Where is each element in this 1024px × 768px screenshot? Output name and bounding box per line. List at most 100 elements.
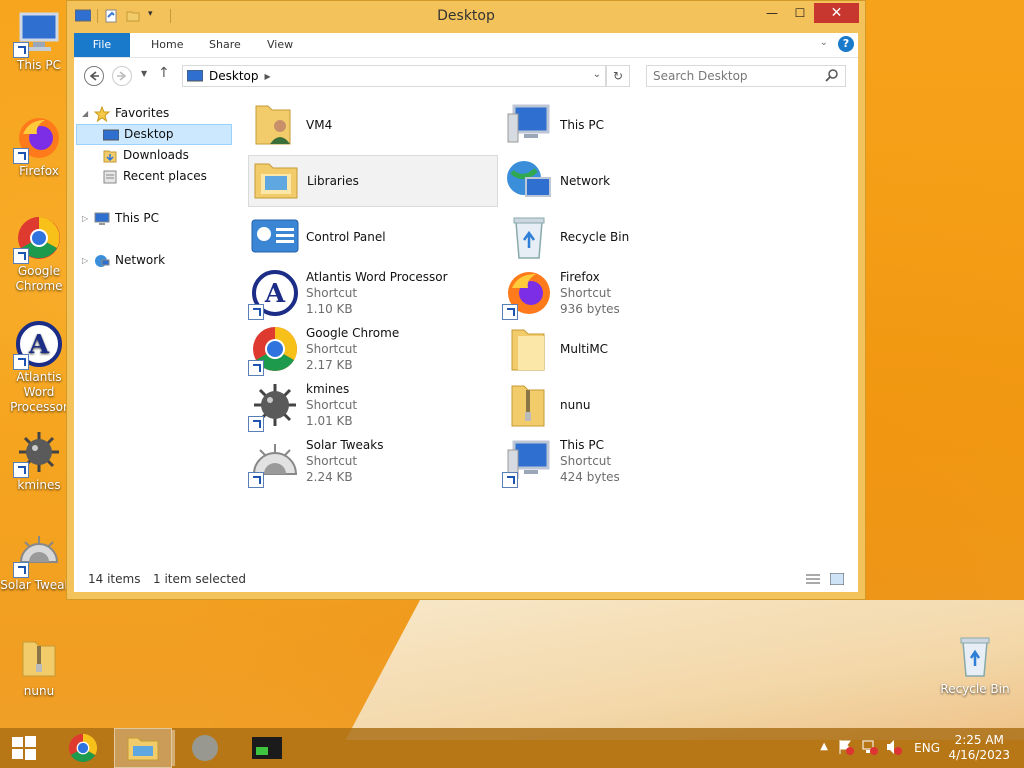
search-placeholder: Search Desktop [653, 69, 748, 83]
search-input[interactable]: Search Desktop [646, 65, 846, 87]
svg-text:A: A [28, 330, 50, 360]
chrome-icon [13, 214, 63, 264]
search-icon [825, 68, 839, 88]
file-item-network[interactable]: Network [502, 155, 752, 207]
taskbar-divider [172, 730, 175, 766]
tab-home[interactable]: Home [137, 33, 197, 57]
tab-file[interactable]: File [74, 33, 130, 57]
shortcut-arrow-icon [248, 360, 264, 376]
app-icon [192, 735, 218, 761]
network-status-icon[interactable] [862, 739, 878, 758]
breadcrumb-chevron-icon[interactable]: ▶ [265, 72, 271, 81]
taskbar-chrome[interactable] [54, 728, 112, 768]
atlantis-icon: A [13, 320, 63, 370]
tab-view[interactable]: View [253, 33, 307, 57]
taskbar-terminal[interactable] [238, 728, 296, 768]
file-list: VM4 This PC Libraries Network Control Pa… [248, 93, 858, 569]
sidebar-item-desktop[interactable]: Desktop [76, 124, 232, 145]
address-text: Desktop [209, 69, 259, 83]
sidebar-favorites[interactable]: ◢ Favorites [82, 103, 169, 124]
tab-share[interactable]: Share [195, 33, 255, 57]
recent-places-icon [102, 169, 118, 185]
chrome-icon [248, 324, 300, 376]
file-item-this-pc-shortcut[interactable]: This PC Shortcut 424 bytes [502, 435, 752, 488]
file-item-control-panel[interactable]: Control Panel [248, 211, 498, 263]
file-item-nunu[interactable]: nunu [502, 379, 752, 431]
desktop-location-icon [187, 70, 203, 82]
back-button[interactable] [84, 66, 104, 86]
address-toolbar: ▼ ↑ Desktop ▶ ⌄ ↻ Search Desktop [74, 57, 858, 93]
shortcut-arrow-icon [502, 472, 518, 488]
network-icon [504, 156, 554, 206]
file-item-solar-tweaks[interactable]: Solar Tweaks Shortcut 2.24 KB [248, 435, 498, 488]
windows-logo-icon [12, 736, 36, 760]
recycle-bin-icon [504, 212, 554, 262]
taskbar-app-blue[interactable] [176, 728, 234, 768]
downloads-icon [102, 148, 118, 164]
clock[interactable]: 2:25 AM 4/16/2023 [948, 733, 1010, 763]
large-icons-view-icon[interactable] [829, 572, 845, 588]
libraries-icon [251, 156, 301, 206]
close-button[interactable]: ✕ [814, 3, 859, 23]
firefox-icon [502, 268, 554, 320]
shortcut-arrow-icon [248, 416, 264, 432]
star-icon [93, 105, 111, 122]
selection-count: 1 item selected [153, 572, 247, 586]
sidebar-item-recent-places[interactable]: Recent places [102, 166, 207, 187]
file-item-recycle-bin[interactable]: Recycle Bin [502, 211, 752, 263]
file-item-multimc[interactable]: MultiMC [502, 323, 752, 375]
solar-tweaks-icon [248, 436, 300, 488]
sidebar-network[interactable]: ▷ Network [82, 250, 165, 271]
title-bar[interactable]: ▾ Desktop — ☐ ✕ [67, 1, 865, 33]
file-item-this-pc[interactable]: This PC [502, 99, 752, 151]
desktop-icon-nunu[interactable]: nunu [0, 634, 78, 699]
taskbar-file-explorer[interactable] [114, 728, 172, 768]
this-pc-icon [94, 211, 110, 227]
desktop-icon [102, 127, 120, 143]
minimize-button[interactable]: — [758, 3, 786, 23]
file-item-atlantis[interactable]: A Atlantis Word Processor Shortcut 1.10 … [248, 267, 498, 320]
sidebar-this-pc[interactable]: ▷ This PC [82, 208, 159, 229]
this-pc-icon [13, 8, 63, 58]
zip-folder-icon [504, 380, 554, 430]
details-view-icon[interactable] [806, 573, 820, 588]
atlantis-icon: A [248, 268, 300, 320]
navigation-pane: ◢ Favorites Desktop Downloads Recent pla… [74, 93, 240, 569]
item-count: 14 items [88, 572, 141, 586]
recycle-bin-icon [951, 632, 999, 680]
file-item-firefox[interactable]: Firefox Shortcut 936 bytes [502, 267, 752, 320]
address-dropdown-icon[interactable]: ⌄ [593, 69, 601, 80]
file-item-libraries[interactable]: Libraries [248, 155, 498, 207]
content-area: ◢ Favorites Desktop Downloads Recent pla… [74, 93, 858, 569]
up-arrow-icon[interactable]: ↑ [158, 65, 170, 81]
refresh-button[interactable]: ↻ [606, 65, 630, 87]
show-hidden-icons[interactable]: ▲ [820, 741, 828, 752]
expanded-triangle-icon: ◢ [82, 109, 89, 118]
folder-icon [504, 324, 554, 374]
control-panel-icon [250, 212, 300, 262]
file-item-google-chrome[interactable]: Google Chrome Shortcut 2.17 KB [248, 323, 498, 376]
clock-time: 2:25 AM [954, 733, 1004, 747]
expand-ribbon-icon[interactable]: ⌄ [820, 37, 828, 48]
this-pc-icon [504, 100, 554, 150]
desktop-icon-recycle-bin[interactable]: Recycle Bin [936, 632, 1014, 697]
volume-muted-icon[interactable] [886, 739, 902, 758]
recent-locations-icon[interactable]: ▼ [141, 69, 147, 78]
sidebar-item-downloads[interactable]: Downloads [102, 145, 189, 166]
file-item-vm4[interactable]: VM4 [248, 99, 498, 151]
shortcut-arrow-icon [502, 304, 518, 320]
start-button[interactable] [0, 728, 48, 768]
address-bar[interactable]: Desktop ▶ ⌄ [182, 65, 606, 87]
action-center-icon[interactable] [838, 739, 854, 758]
collapsed-triangle-icon: ▷ [82, 256, 89, 265]
network-icon [94, 253, 110, 269]
help-icon[interactable]: ? [838, 36, 854, 52]
taskbar: ▲ ENG 2:25 AM 4/16/2023 [0, 728, 1024, 768]
maximize-button[interactable]: ☐ [786, 3, 814, 23]
ribbon-tabs: File Home Share View ⌄ ? [74, 33, 858, 57]
language-indicator[interactable]: ENG [914, 741, 940, 755]
forward-button[interactable] [112, 66, 132, 86]
shortcut-arrow-icon [248, 472, 264, 488]
file-item-kmines[interactable]: kmines Shortcut 1.01 KB [248, 379, 498, 432]
user-folder-icon [250, 100, 300, 150]
